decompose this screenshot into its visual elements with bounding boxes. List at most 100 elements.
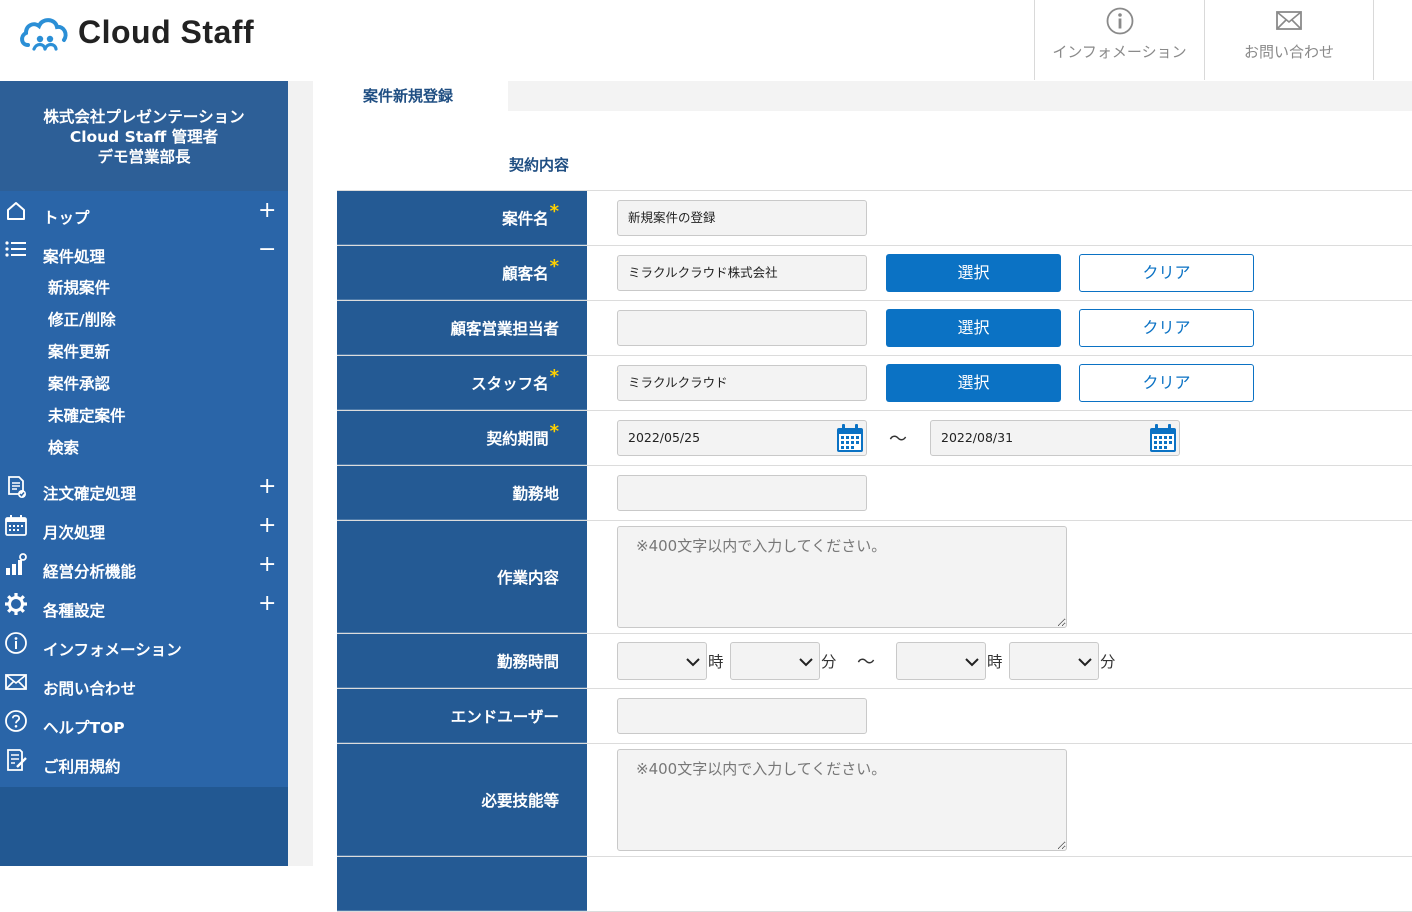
customer-label: 顧客名 — [502, 264, 549, 283]
sidebar-menu: トップ + 案件処理 − 新規案件 修正/削除 案件更新 案件承認 未確定案件 … — [0, 191, 288, 787]
content-gutter — [288, 81, 313, 866]
sidebar-item-contact[interactable]: お問い合わせ — [0, 666, 288, 705]
logo[interactable]: Cloud Staff — [18, 10, 254, 54]
submenu-item-search[interactable]: 検索 — [0, 433, 288, 465]
list-icon — [5, 241, 26, 257]
field-label: 必要技能等 — [337, 744, 587, 856]
period-start-value: 2022/05/25 — [628, 430, 701, 445]
calendar-icon — [5, 515, 27, 536]
sidebar-item-information[interactable]: インフォメーション — [0, 627, 288, 666]
field-label — [337, 857, 587, 911]
start-minute-select[interactable] — [730, 642, 820, 680]
end-user-input[interactable] — [617, 698, 867, 734]
submenu-item-new-case[interactable]: 新規案件 — [0, 273, 288, 305]
calendar-icon[interactable] — [1149, 423, 1177, 453]
header-info-link[interactable]: インフォメーション — [1034, 0, 1204, 80]
required-mark: * — [549, 421, 559, 442]
case-submenu: 新規案件 修正/削除 案件更新 案件承認 未確定案件 検索 — [0, 273, 288, 471]
form-row-case-name: 案件名 * 新規案件の登録 — [337, 191, 1412, 246]
customer-rep-select-button[interactable]: 選択 — [886, 309, 1061, 347]
header-contact-link[interactable]: お問い合わせ — [1204, 0, 1374, 80]
sidebar-item-case-processing[interactable]: 案件処理 − — [0, 234, 288, 273]
form-row-next — [337, 857, 1412, 912]
home-icon — [7, 202, 25, 220]
customer-rep-input[interactable] — [617, 310, 867, 346]
form-row-end-user: エンドユーザー — [337, 689, 1412, 744]
expand-icon[interactable]: + — [258, 592, 276, 616]
calendar-icon[interactable] — [836, 423, 864, 453]
staff-select-button[interactable]: 選択 — [886, 364, 1061, 402]
period-separator: 〜 — [889, 429, 907, 450]
field-label: 顧客名 * — [337, 246, 587, 300]
staff-input[interactable]: ミラクルクラウド — [617, 365, 867, 401]
tab-new-case[interactable]: 案件新規登録 — [313, 81, 508, 111]
work-content-textarea[interactable] — [617, 526, 1067, 628]
location-input[interactable] — [617, 475, 867, 511]
expand-icon[interactable]: + — [258, 514, 276, 538]
start-hour-select[interactable] — [617, 642, 707, 680]
submenu-item-approve[interactable]: 案件承認 — [0, 369, 288, 401]
user-name: デモ営業部長 — [97, 148, 191, 166]
field-value — [587, 744, 1412, 856]
sidebar-item-order-confirm[interactable]: 注文確定処理 + — [0, 471, 288, 510]
location-label: 勤務地 — [512, 484, 559, 503]
chevron-down-icon — [1078, 658, 1092, 667]
header-info-label: インフォメーション — [1052, 43, 1187, 61]
hour-unit: 時 — [987, 653, 1003, 671]
sidebar-item-label: ヘルプTOP — [43, 719, 125, 737]
minute-unit: 分 — [821, 653, 837, 671]
period-end-input[interactable]: 2022/08/31 — [930, 420, 1180, 456]
field-label: 作業内容 — [337, 521, 587, 633]
sidebar-item-help[interactable]: ヘルプTOP — [0, 705, 288, 744]
sidebar-item-terms[interactable]: ご利用規約 — [0, 744, 288, 783]
field-value — [587, 521, 1412, 633]
sidebar-item-monthly[interactable]: 月次処理 + — [0, 510, 288, 549]
expand-icon[interactable]: + — [258, 475, 276, 499]
mail-icon — [1276, 11, 1302, 30]
form-row-period: 契約期間 * 2022/05/25 〜 2022/08/31 — [337, 411, 1412, 466]
header-contact-label: お問い合わせ — [1243, 43, 1334, 61]
field-value: 選択 クリア — [587, 301, 1412, 355]
form-row-work-hours: 勤務時間 時 分 〜 時 分 — [337, 634, 1412, 689]
submenu-item-update[interactable]: 案件更新 — [0, 337, 288, 369]
required-mark: * — [549, 201, 559, 222]
field-value — [587, 689, 1412, 743]
case-name-input[interactable]: 新規案件の登録 — [617, 200, 867, 236]
submenu-item-unconfirmed[interactable]: 未確定案件 — [0, 401, 288, 433]
required-mark: * — [549, 256, 559, 277]
cloud-logo-icon — [20, 18, 68, 51]
customer-rep-clear-button[interactable]: クリア — [1079, 309, 1254, 347]
form-row-location: 勤務地 — [337, 466, 1412, 521]
submenu-item-edit-delete[interactable]: 修正/削除 — [0, 305, 288, 337]
tab-bar: 案件新規登録 — [313, 81, 1412, 111]
field-value: ミラクルクラウド株式会社 選択 クリア — [587, 246, 1412, 300]
user-role: Cloud Staff 管理者 — [69, 128, 219, 146]
end-hour-select[interactable] — [896, 642, 986, 680]
collapse-icon[interactable]: − — [258, 238, 276, 262]
hour-unit: 時 — [708, 653, 724, 671]
sidebar-item-top[interactable]: トップ + — [0, 195, 288, 234]
section-title: 契約内容 — [509, 156, 570, 174]
gear-icon — [5, 593, 27, 615]
required-mark: * — [549, 366, 559, 387]
end-minute-select[interactable] — [1009, 642, 1099, 680]
form-row-skills: 必要技能等 — [337, 744, 1412, 857]
main-content: 案件新規登録 契約内容 案件名 * 新規案件の登録 顧客名 * ミラクルクラウド株式… — [313, 81, 1412, 912]
form-row-staff: スタッフ名 * ミラクルクラウド 選択 クリア — [337, 356, 1412, 411]
hours-separator: 〜 — [857, 652, 875, 673]
customer-input[interactable]: ミラクルクラウド株式会社 — [617, 255, 867, 291]
sidebar-item-settings[interactable]: 各種設定 + — [0, 588, 288, 627]
staff-clear-button[interactable]: クリア — [1079, 364, 1254, 402]
expand-icon[interactable]: + — [258, 199, 276, 223]
customer-clear-button[interactable]: クリア — [1079, 254, 1254, 292]
customer-select-button[interactable]: 選択 — [886, 254, 1061, 292]
expand-icon[interactable]: + — [258, 553, 276, 577]
sidebar-item-label: 案件処理 — [43, 248, 106, 266]
header: Cloud Staff インフォメーション お問い合わせ — [0, 0, 1412, 80]
field-label: 勤務地 — [337, 466, 587, 520]
sidebar-item-analytics[interactable]: 経営分析機能 + — [0, 549, 288, 588]
chart-icon — [6, 553, 27, 575]
period-start-input[interactable]: 2022/05/25 — [617, 420, 867, 456]
info-icon — [5, 632, 27, 654]
skills-textarea[interactable] — [617, 749, 1067, 851]
